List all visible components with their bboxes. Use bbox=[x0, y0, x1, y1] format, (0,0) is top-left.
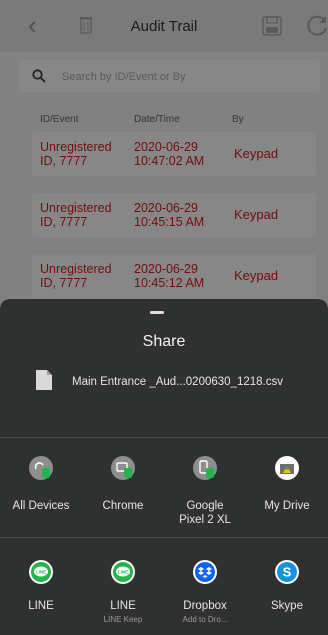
line-keep-icon: LINE bbox=[111, 560, 135, 584]
share-target-label: Chrome bbox=[102, 500, 144, 512]
share-app-line[interactable]: LINE LINE bbox=[0, 555, 82, 633]
share-target-label: Google Pixel 2 XL bbox=[164, 499, 246, 527]
divider bbox=[0, 437, 328, 438]
share-target-label: All Devices bbox=[12, 500, 70, 512]
shared-file-name: Main Entrance _Aud...0200630_1218.csv bbox=[72, 376, 283, 388]
device-send-icon bbox=[193, 456, 217, 480]
share-target-all-devices[interactable]: All Devices bbox=[0, 449, 82, 529]
share-target-my-drive[interactable]: My Drive bbox=[246, 449, 328, 529]
share-target-label-line2: Pixel 2 XL bbox=[179, 514, 231, 526]
share-app-sublabel: LINE Keep bbox=[103, 615, 143, 624]
share-app-skype[interactable]: S Skype bbox=[246, 555, 328, 633]
skype-icon: S bbox=[275, 560, 299, 584]
dropbox-icon bbox=[193, 560, 217, 584]
share-target-label-line1: Google bbox=[186, 500, 224, 512]
share-app-sublabel: Add to Dro... bbox=[182, 615, 228, 624]
sheet-drag-handle[interactable] bbox=[150, 311, 164, 314]
chrome-send-icon bbox=[111, 456, 135, 480]
svg-text:S: S bbox=[283, 565, 292, 580]
share-sheet-title: Share bbox=[142, 333, 186, 350]
share-target-label: My Drive bbox=[264, 500, 310, 512]
line-icon: LINE bbox=[29, 560, 53, 584]
file-icon bbox=[36, 370, 52, 390]
google-drive-icon bbox=[275, 456, 299, 480]
share-target-chrome[interactable]: Chrome bbox=[82, 449, 164, 529]
share-sheet: Share Main Entrance _Aud...0200630_1218.… bbox=[0, 299, 328, 635]
share-app-label: LINE bbox=[28, 600, 54, 612]
share-app-label: Dropbox bbox=[183, 600, 227, 612]
share-target-google-pixel-2-xl[interactable]: Google Pixel 2 XL bbox=[164, 449, 246, 529]
svg-text:LINE: LINE bbox=[118, 570, 128, 575]
divider bbox=[0, 537, 328, 538]
share-app-label: LINE bbox=[110, 600, 136, 612]
share-app-dropbox[interactable]: Dropbox Add to Dro... bbox=[164, 555, 246, 633]
share-app-label: Skype bbox=[271, 600, 303, 612]
nearby-share-icon bbox=[29, 456, 53, 480]
svg-text:LINE: LINE bbox=[36, 570, 46, 575]
share-app-line-keep[interactable]: LINE LINE LINE Keep bbox=[82, 555, 164, 633]
